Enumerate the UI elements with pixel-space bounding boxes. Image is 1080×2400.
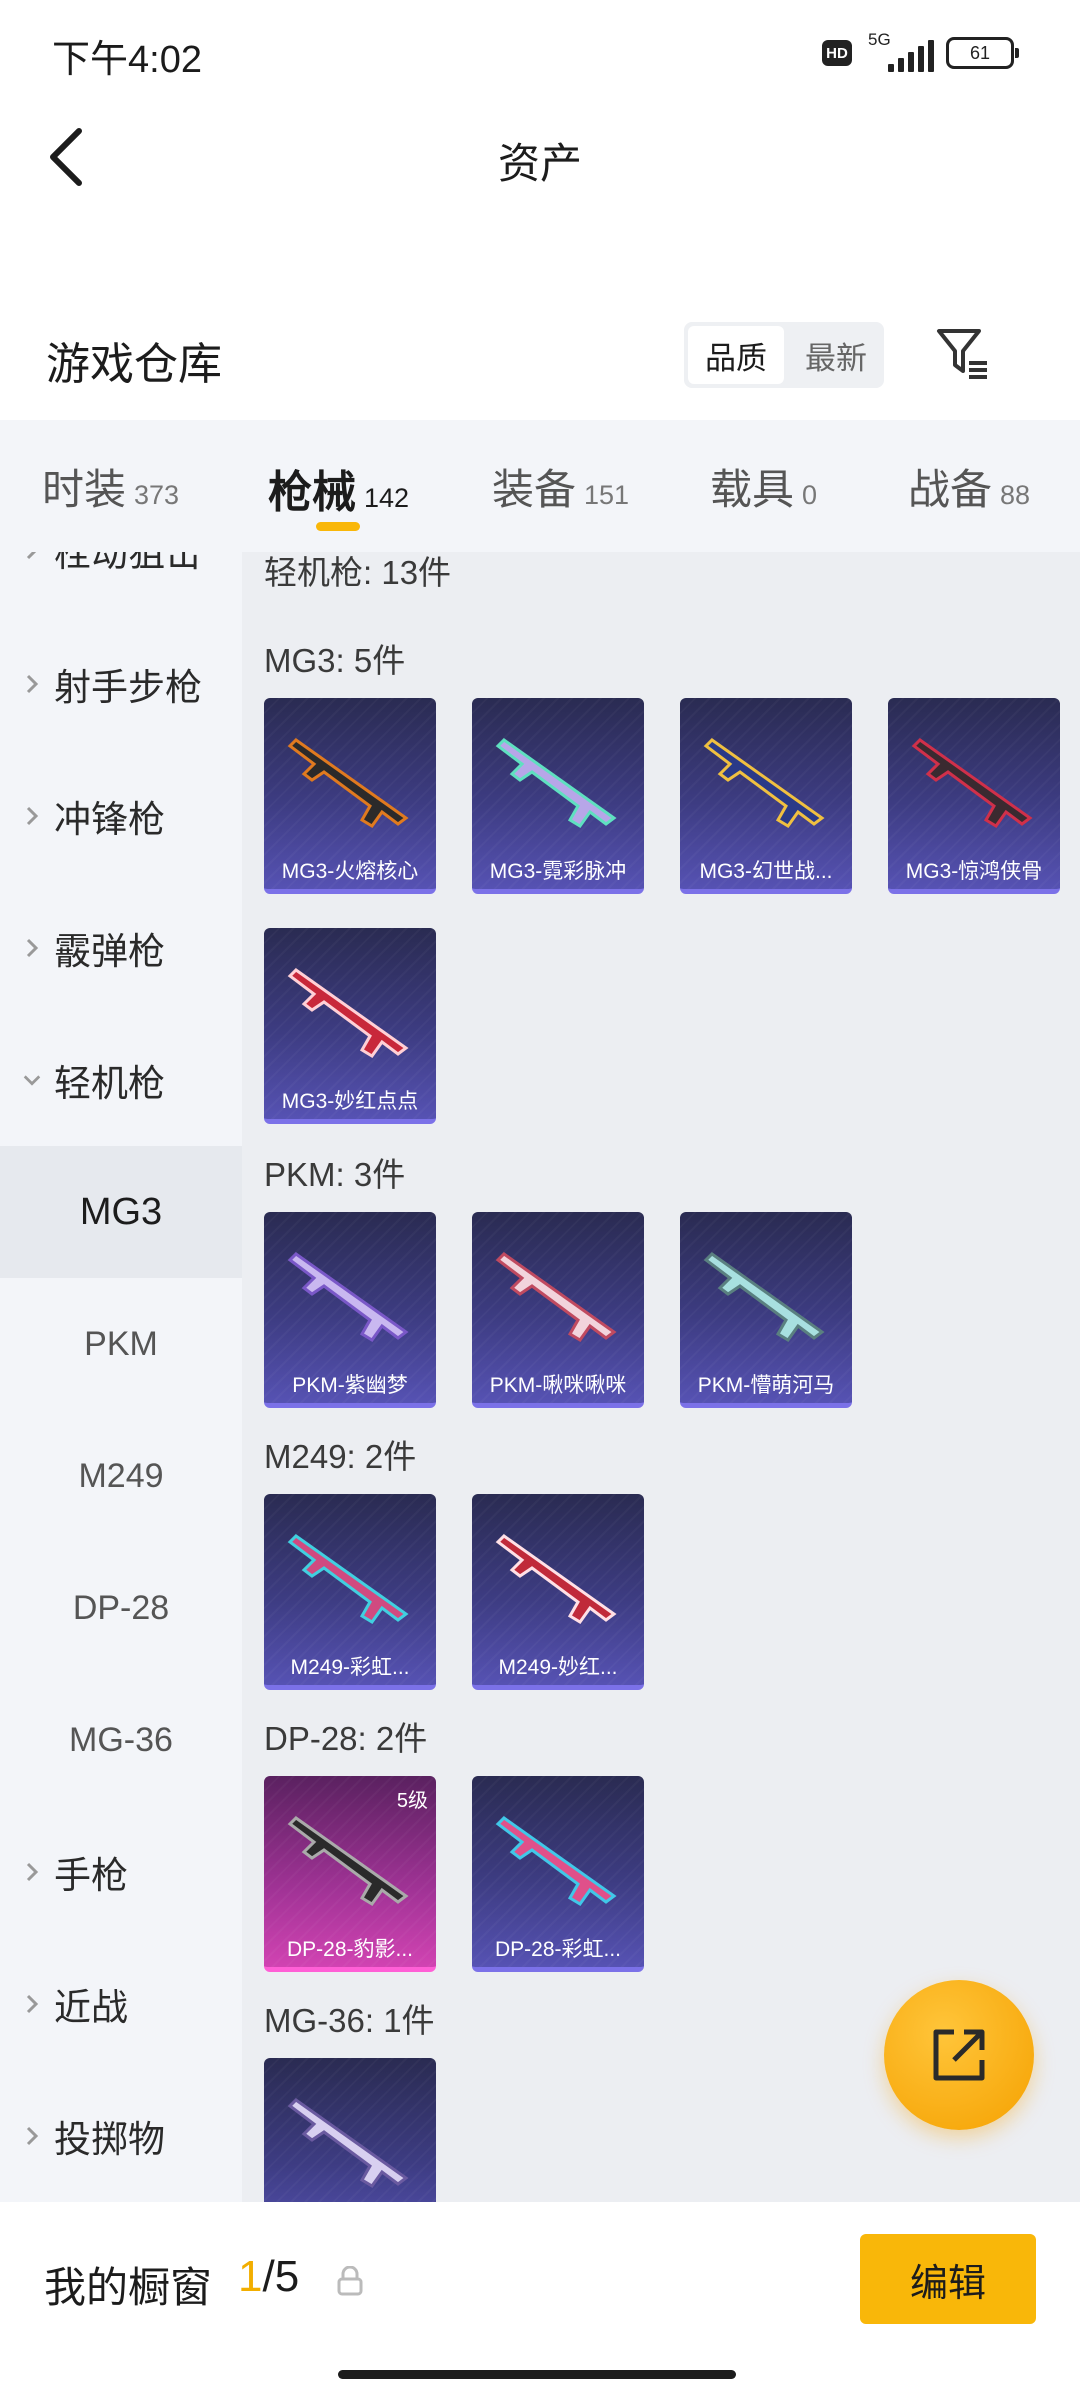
signal-icon: 5G [864, 30, 934, 72]
sort-toggle: 品质 最新 [684, 322, 884, 388]
showcase-count: 1/5 [238, 2252, 300, 2301]
tab-fashion[interactable]: 时装 373 [42, 456, 179, 517]
sidebar: 栓动狙击 射手步枪 冲锋枪 霰弹枪 轻机枪 MG3 PKM M249 DP-28… [0, 552, 242, 2202]
sidebar-item-pistol[interactable]: 手枪 [0, 1812, 242, 1932]
rifle-icon [911, 738, 1033, 828]
tab-supplies[interactable]: 战备 88 [908, 456, 1030, 517]
status-time: 下午4:02 [52, 39, 202, 81]
weapon-card[interactable]: MG3-惊鸿侠骨 [888, 698, 1060, 894]
sidebar-item-throwable[interactable]: 投掷物 [0, 2076, 242, 2196]
page-title: 资产 [497, 140, 582, 187]
group-title-dp28: DP-28: 2件 [264, 1720, 428, 1757]
battery-level: 61 [969, 42, 991, 63]
sidebar-sub-m249[interactable]: M249 [0, 1410, 242, 1542]
sidebar-sub-mg36[interactable]: MG-36 [0, 1674, 242, 1806]
sort-by-newest[interactable]: 最新 [788, 322, 884, 388]
filter-icon[interactable] [930, 320, 996, 386]
rifle-icon [703, 738, 825, 828]
weapon-card[interactable]: M249-妙红... [472, 1494, 644, 1690]
category-tabs: 时装 373 枪械 142 装备 151 载具 0 战备 88 [0, 420, 1080, 552]
weapon-card[interactable]: PKM-啾咪啾咪 [472, 1212, 644, 1408]
weapon-card[interactable]: MG3-妙红点点 [264, 928, 436, 1124]
weapon-card[interactable]: MG3-幻世战... [680, 698, 852, 894]
sidebar-sub-dp28[interactable]: DP-28 [0, 1542, 242, 1674]
group-title-mg36: MG-36: 1件 [264, 2002, 435, 2039]
weapon-card[interactable]: PKM-懵萌河马 [680, 1212, 852, 1408]
rifle-icon [495, 738, 617, 828]
weapon-card[interactable]: MG3-火熔核心 [264, 698, 436, 894]
rifle-icon [495, 1816, 617, 1906]
share-button[interactable] [884, 1980, 1034, 2130]
item-grid: 轻机枪: 13件 MG3: 5件 MG3-火熔核心 MG3-霓彩脉冲 MG3-幻… [242, 552, 1080, 2202]
sidebar-sub-pkm[interactable]: PKM [0, 1278, 242, 1410]
lock-icon [337, 2266, 363, 2296]
external-link-icon [933, 2029, 985, 2081]
rifle-icon [287, 2098, 409, 2188]
group-title-mg3: MG3: 5件 [264, 642, 406, 679]
rifle-icon [287, 1816, 409, 1906]
chevron-right-icon [22, 673, 42, 695]
rifle-icon [287, 968, 409, 1058]
sidebar-sub-mg3[interactable]: MG3 [0, 1146, 242, 1278]
weapon-card[interactable]: M249-彩虹... [264, 1494, 436, 1690]
chevron-right-icon [22, 552, 42, 561]
group-title-m249: M249: 2件 [264, 1438, 417, 1475]
rifle-icon [703, 1252, 825, 1342]
rifle-icon [287, 738, 409, 828]
sidebar-item-lmg[interactable]: 轻机枪 [0, 1020, 242, 1140]
battery-icon: 61 [946, 37, 1019, 69]
edit-button[interactable]: 编辑 [860, 2234, 1036, 2324]
tab-vehicles[interactable]: 载具 0 [710, 456, 817, 517]
weapon-card[interactable]: MG3-霓彩脉冲 [472, 698, 644, 894]
sidebar-item-melee[interactable]: 近战 [0, 1944, 242, 2064]
sidebar-item-shotgun[interactable]: 霰弹枪 [0, 888, 242, 1008]
rifle-icon [495, 1534, 617, 1624]
showcase-label: 我的橱窗 [44, 2264, 213, 2311]
category-header: 轻机枪: 13件 [264, 554, 452, 591]
chevron-right-icon [22, 2125, 42, 2147]
status-bar: 下午4:02 HD 5G 61 [0, 0, 1080, 100]
weapon-card[interactable]: DP-28-彩虹... [472, 1776, 644, 1972]
weapon-card[interactable] [264, 2058, 436, 2202]
chevron-down-icon [22, 1073, 42, 1087]
chevron-right-icon [22, 1993, 42, 2015]
bottom-bar: 我的橱窗 1/5 编辑 [0, 2202, 1080, 2400]
tab-firearms[interactable]: 枪械 142 [268, 456, 409, 520]
home-indicator [338, 2370, 736, 2379]
chevron-right-icon [22, 937, 42, 959]
hd-icon: HD [822, 40, 852, 66]
chevron-right-icon [22, 805, 42, 827]
group-title-pkm: PKM: 3件 [264, 1156, 406, 1193]
active-tab-indicator [316, 522, 360, 531]
rifle-icon [287, 1534, 409, 1624]
weapon-card[interactable]: PKM-紫幽梦 [264, 1212, 436, 1408]
chevron-right-icon [22, 1861, 42, 1883]
rifle-icon [495, 1252, 617, 1342]
tab-equipment[interactable]: 装备 151 [492, 456, 629, 517]
sort-by-quality[interactable]: 品质 [688, 326, 784, 384]
sidebar-item-smg[interactable]: 冲锋枪 [0, 756, 242, 876]
warehouse-title: 游戏仓库 [46, 340, 222, 389]
sidebar-item-bolt-action[interactable]: 栓动狙击 [0, 552, 242, 610]
sidebar-item-dmr[interactable]: 射手步枪 [0, 624, 242, 744]
rifle-icon [287, 1252, 409, 1342]
weapon-card[interactable]: 5级 DP-28-豹影... [264, 1776, 436, 1972]
status-icons: HD 5G 61 [822, 30, 1019, 72]
